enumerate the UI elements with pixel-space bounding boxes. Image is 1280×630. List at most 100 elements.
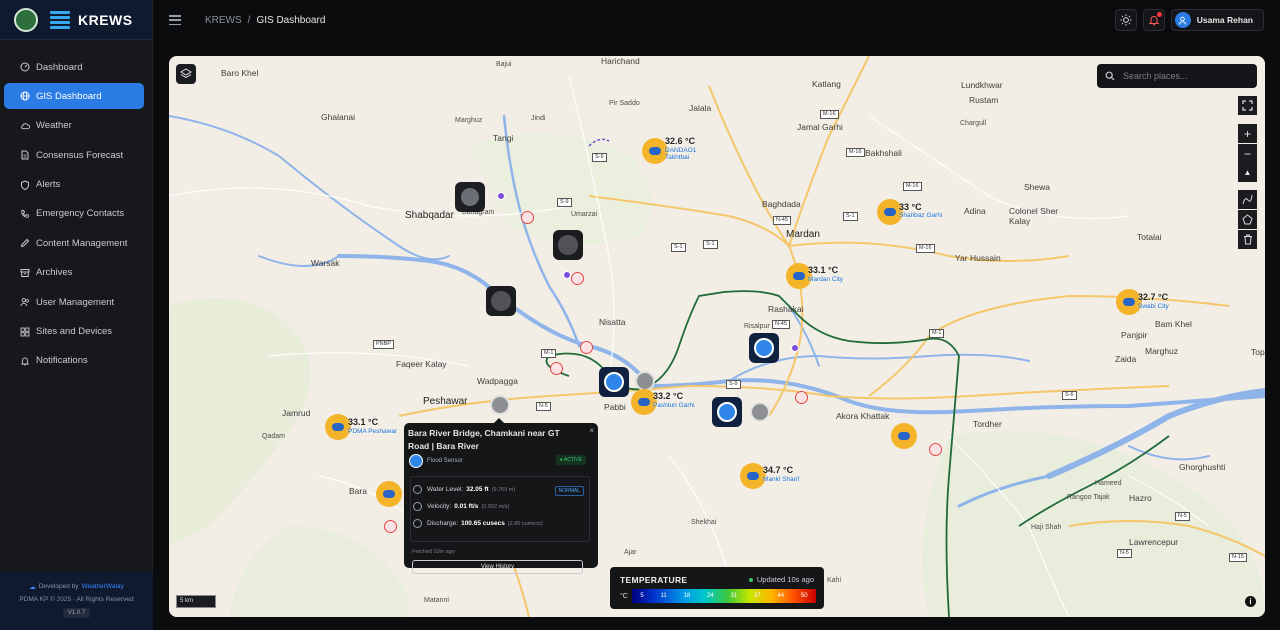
weather-site-name[interactable]: Pashtun Garhi — [653, 402, 695, 409]
velocity-metric: (0.002 m/s) — [481, 503, 510, 510]
selected-location-pin[interactable] — [490, 395, 510, 415]
place-label: Mardan — [786, 229, 820, 240]
search-input[interactable] — [1123, 71, 1243, 81]
sidebar-item-content-management[interactable]: Content Management — [4, 230, 144, 256]
sidebar-item-archives[interactable]: Archives — [4, 260, 144, 286]
flood-sensor-marker[interactable] — [712, 397, 742, 427]
zoom-in-button[interactable]: + — [1238, 124, 1257, 143]
sidebar-item-alerts[interactable]: Alerts — [4, 172, 144, 198]
place-search[interactable] — [1097, 64, 1257, 88]
weather-site-name[interactable]: Mardan City — [808, 276, 843, 283]
draw-line-button[interactable] — [1238, 190, 1257, 209]
alert-marker[interactable] — [384, 520, 397, 533]
alert-marker[interactable] — [795, 391, 808, 404]
phone-icon — [20, 209, 30, 219]
zoom-out-button[interactable]: − — [1238, 144, 1257, 163]
road-shield: N-15 — [1229, 553, 1247, 562]
sidebar-item-notifications[interactable]: Notifications — [4, 348, 144, 374]
weather-temp: 33.1 °C — [808, 265, 839, 275]
legend-tick: 24 — [707, 593, 714, 599]
place-label: Totalai — [1137, 232, 1162, 242]
draw-polygon-button[interactable] — [1238, 210, 1257, 229]
sidebar-item-label: Content Management — [36, 237, 128, 249]
weather-site-name[interactable]: PDMA Peshawar — [348, 428, 397, 435]
gis-map[interactable]: Baro Khel Harichand Bajui Pir Saddo Jala… — [169, 56, 1265, 617]
offline-sensor-marker[interactable] — [455, 182, 485, 212]
close-icon[interactable]: × — [589, 426, 594, 435]
breadcrumb: KREWS / GIS Dashboard — [205, 15, 325, 26]
flood-sensor-marker[interactable] — [599, 367, 629, 397]
temperature-color-scale: 5 11 18 24 31 37 44 50 — [632, 589, 816, 603]
sensor-marker[interactable] — [553, 230, 583, 260]
alert-marker[interactable] — [571, 272, 584, 285]
road-shield: N-5 — [1175, 512, 1190, 521]
place-label: Adina — [964, 206, 986, 216]
document-icon — [20, 150, 30, 160]
legend-title: TEMPERATURE — [620, 575, 688, 585]
weather-station-marker[interactable] — [376, 481, 402, 507]
user-menu[interactable]: Usama Rehan — [1170, 9, 1264, 31]
place-label: Bara — [349, 486, 367, 496]
sensor-type-row: Flood Sensor ● ACTIVE — [406, 453, 594, 469]
developer-link[interactable]: WeatherWalay — [81, 583, 123, 591]
alert-marker[interactable] — [521, 211, 534, 224]
place-label: Warsak — [311, 258, 340, 268]
alert-marker[interactable] — [929, 443, 942, 456]
legend-tick: 31 — [730, 593, 738, 599]
place-label: Topi — [1251, 347, 1265, 357]
theme-toggle-button[interactable] — [1114, 9, 1137, 31]
info-icon[interactable]: i — [1245, 596, 1256, 607]
view-history-button[interactable]: View History — [412, 560, 583, 574]
layers-button[interactable] — [176, 64, 196, 84]
draw-line-icon — [1242, 194, 1253, 205]
sensor-marker[interactable] — [486, 286, 516, 316]
sidebar-item-dashboard[interactable]: Dashboard — [4, 54, 144, 80]
weather-site-name[interactable]: Swabi City — [1138, 303, 1169, 310]
search-icon — [1105, 71, 1115, 81]
sidebar-item-consensus-forecast[interactable]: Consensus Forecast — [4, 142, 144, 168]
breadcrumb-root[interactable]: KREWS — [205, 15, 242, 26]
location-pin[interactable] — [750, 402, 770, 422]
notifications-button[interactable] — [1142, 9, 1165, 31]
place-label: Rangoo Tajak — [1067, 494, 1110, 501]
cloud-icon: ☁ — [29, 584, 36, 591]
weather-temp: 33.1 °C — [348, 417, 379, 427]
water-level-metric: (9.769 m) — [491, 486, 516, 493]
road-shield: S-1 — [843, 212, 858, 221]
sidebar-item-user-management[interactable]: User Management — [4, 289, 144, 315]
road-shield: N-5 — [536, 402, 551, 411]
sidebar-item-label: Archives — [36, 267, 73, 279]
sidebar-item-gis-dashboard[interactable]: GIS Dashboard — [4, 83, 144, 110]
reset-north-button[interactable]: ▲ — [1238, 163, 1257, 182]
sidebar-item-label: Sites and Devices — [36, 326, 113, 338]
flood-sensor-marker[interactable] — [749, 333, 779, 363]
scale-bar: 5 km — [176, 595, 216, 608]
device-point[interactable] — [791, 344, 799, 352]
avatar — [1174, 12, 1191, 28]
place-label: Lawrencepur — [1129, 537, 1179, 547]
place-label: Baghdada — [762, 199, 801, 209]
weather-site-name[interactable]: Shahbaz Garhi — [899, 212, 942, 219]
alert-marker[interactable] — [580, 341, 593, 354]
sidebar-item-emergency-contacts[interactable]: Emergency Contacts — [4, 201, 144, 227]
menu-toggle-icon[interactable] — [169, 15, 181, 25]
device-point[interactable] — [563, 271, 571, 279]
sidebar-item-weather[interactable]: Weather — [4, 113, 144, 139]
fullscreen-button[interactable] — [1238, 96, 1257, 115]
weather-site-name[interactable]: Mankl Sharif — [763, 476, 799, 483]
alert-marker[interactable] — [550, 362, 563, 375]
weather-site-name[interactable]: DANDAO1 Takhtbai — [665, 147, 705, 161]
map-canvas[interactable] — [169, 56, 1265, 617]
sidebar-item-sites-and-devices[interactable]: Sites and Devices — [4, 319, 144, 345]
velocity-row: Velocity: 0.01 ft/s (0.002 m/s) — [413, 502, 509, 511]
place-label: Shewa — [1024, 182, 1050, 192]
sidebar-item-label: Alerts — [36, 179, 61, 191]
version-badge: V1.0.7 — [62, 608, 91, 618]
location-pin[interactable] — [635, 371, 655, 391]
delete-drawing-button[interactable] — [1238, 230, 1257, 249]
brand[interactable]: KREWS — [0, 0, 152, 40]
weather-station-marker[interactable] — [891, 423, 917, 449]
velocity-label: Velocity: — [427, 503, 452, 510]
place-label: Hazro — [1129, 493, 1152, 503]
device-point[interactable] — [497, 192, 505, 200]
